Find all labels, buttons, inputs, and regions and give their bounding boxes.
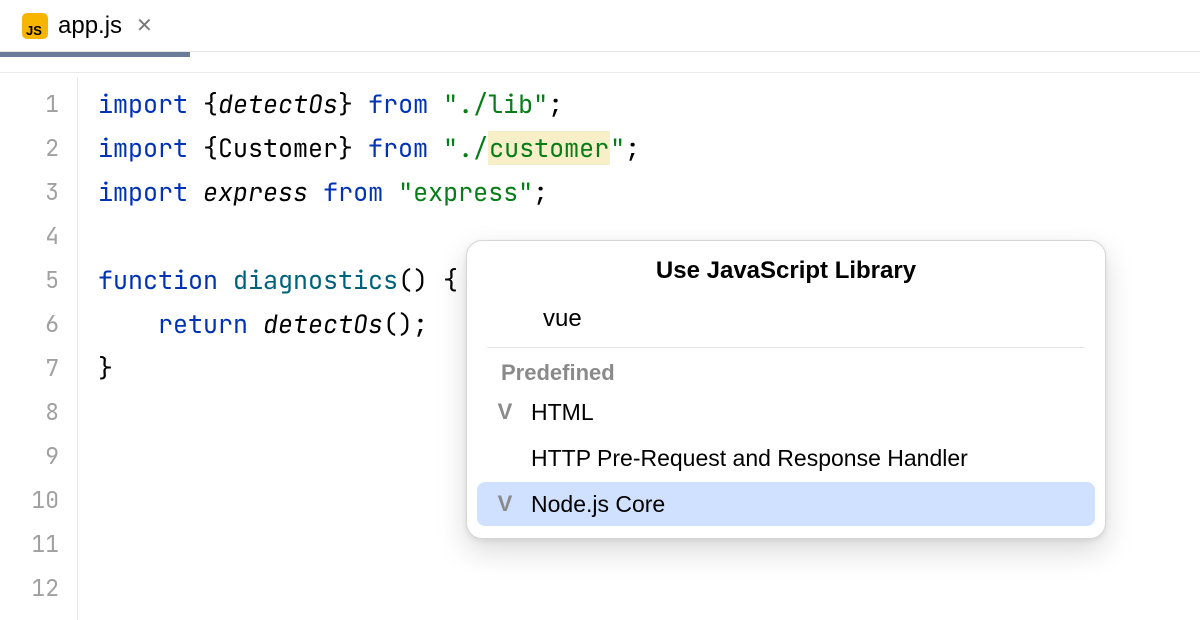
line-number: 2 [0, 126, 77, 170]
popup-list-item[interactable]: V Node.js Core [477, 482, 1095, 526]
use-js-library-popup: Use JavaScript Library vue Predefined VH… [466, 240, 1106, 539]
popup-item-label: HTML [531, 399, 594, 426]
line-number: 10 [0, 478, 77, 522]
popup-list-item[interactable]: HTTP Pre-Request and Response Handler [477, 436, 1095, 480]
line-number: 7 [0, 346, 77, 390]
popup-divider [487, 347, 1085, 348]
line-number: 11 [0, 522, 77, 566]
check-icon: V [491, 491, 519, 517]
popup-search-input[interactable]: vue [467, 299, 1105, 345]
popup-list-item[interactable]: V HTML [477, 390, 1095, 434]
tab-bar: JS app.js ✕ [0, 0, 1200, 52]
popup-item-label: HTTP Pre-Request and Response Handler [531, 445, 968, 472]
line-number: 9 [0, 434, 77, 478]
close-icon[interactable]: ✕ [132, 9, 157, 42]
active-tab-underline [0, 52, 190, 57]
line-number: 12 [0, 566, 77, 610]
tabbar-divider [0, 72, 1200, 73]
line-number: 6 [0, 302, 77, 346]
line-number: 5 [0, 258, 77, 302]
line-number: 3 [0, 170, 77, 214]
line-number: 8 [0, 390, 77, 434]
file-tab[interactable]: JS app.js ✕ [10, 0, 169, 51]
code-line: import express from "express"; [98, 170, 640, 214]
code-line: import {Customer} from "./customer"; [98, 126, 640, 170]
popup-title: Use JavaScript Library [467, 257, 1105, 285]
js-file-icon: JS [22, 13, 48, 39]
check-icon: V [491, 399, 519, 425]
popup-section-label: Predefined [467, 356, 1105, 388]
line-number-gutter: 123456789101112 [0, 78, 78, 620]
line-number: 1 [0, 82, 77, 126]
line-number: 4 [0, 214, 77, 258]
code-line [98, 566, 640, 610]
code-line: import {detectOs} from "./lib"; [98, 82, 640, 126]
tab-filename: app.js [58, 12, 122, 40]
popup-item-label: Node.js Core [531, 491, 665, 518]
